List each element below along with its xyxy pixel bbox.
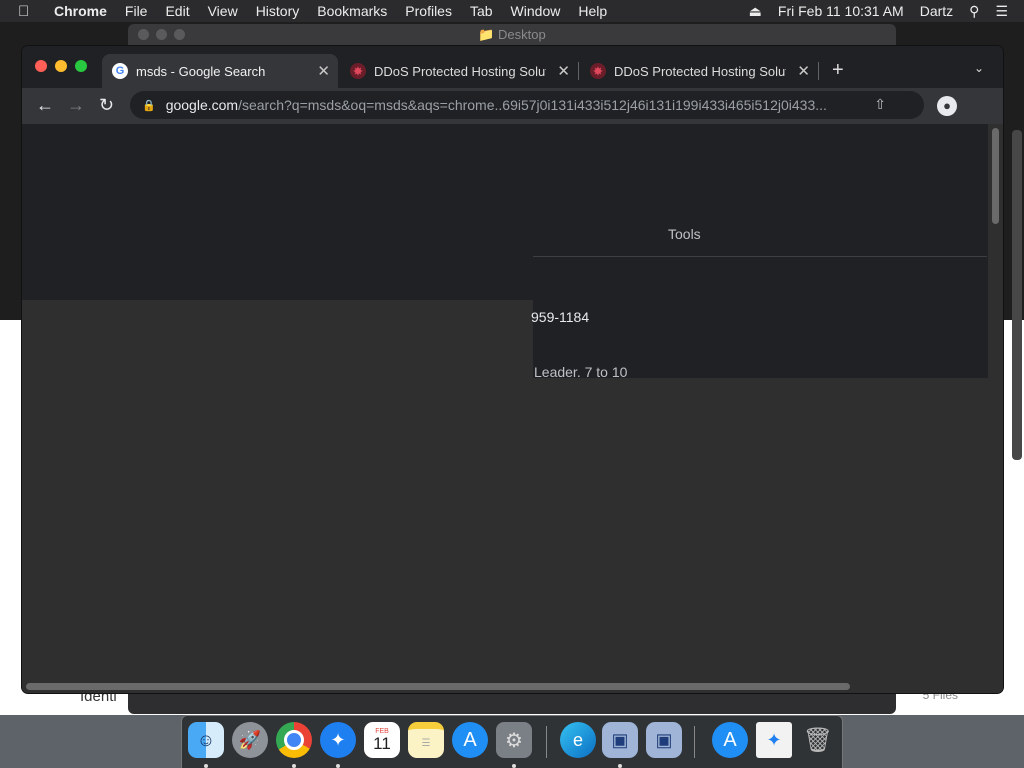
menu-help[interactable]: Help bbox=[578, 3, 607, 19]
spotlight-search-icon[interactable]: ⚲ bbox=[969, 3, 979, 20]
virtualbox-icon[interactable]: ▣ bbox=[602, 722, 638, 758]
finder-title-bar: 📁 Desktop bbox=[128, 24, 896, 46]
finder-icon[interactable]: ☺ bbox=[188, 722, 224, 758]
running-indicator bbox=[204, 764, 208, 768]
window-zoom-button[interactable] bbox=[75, 60, 87, 72]
notes-icon[interactable]: ☰ bbox=[408, 722, 444, 758]
tab-close-icon[interactable]: ✕ bbox=[317, 62, 330, 80]
google-icon: G bbox=[112, 63, 128, 79]
tab-ddos-hosting-2[interactable]: ✸ DDoS Protected Hosting Soluti ✕ bbox=[580, 54, 818, 88]
tab-title: DDoS Protected Hosting Soluti bbox=[374, 63, 546, 79]
tab-separator bbox=[578, 62, 579, 80]
control-center-icon[interactable]: ☰ bbox=[995, 3, 1008, 20]
profile-avatar-icon[interactable]: ● bbox=[937, 96, 957, 116]
running-indicator bbox=[336, 764, 340, 768]
horizontal-scrollbar[interactable] bbox=[22, 679, 1003, 693]
reload-icon[interactable]: ↻ bbox=[99, 95, 114, 116]
menu-profiles[interactable]: Profiles bbox=[405, 3, 452, 19]
menu-user[interactable]: Dartz bbox=[920, 3, 953, 19]
back-arrow-icon[interactable]: ← bbox=[36, 95, 54, 116]
tab-strip: G msds - Google Search ✕ ✸ DDoS Protecte… bbox=[22, 46, 1003, 88]
ddos-site-icon: ✸ bbox=[590, 63, 606, 79]
finder-title: 📁 Desktop bbox=[478, 27, 546, 42]
menu-history[interactable]: History bbox=[256, 3, 300, 19]
horizontal-scroll-thumb[interactable] bbox=[26, 683, 850, 690]
menu-file[interactable]: File bbox=[125, 3, 148, 19]
browser-toolbar: ← → ↻ 🔒 google.com /search?q=msds&oq=msd… bbox=[22, 88, 1003, 124]
tab-title: DDoS Protected Hosting Soluti bbox=[614, 63, 786, 79]
tab-title: msds - Google Search bbox=[136, 63, 266, 79]
download-file-icon[interactable]: ✦ bbox=[756, 722, 792, 758]
dock: ☺ 🚀 ✦ FEB 11 ☰ A ⚙ e ▣ ▣ A ✦ 🗑 bbox=[181, 715, 843, 768]
tab-google-search[interactable]: G msds - Google Search ✕ bbox=[102, 54, 338, 88]
calendar-icon[interactable]: FEB 11 bbox=[364, 722, 400, 758]
url-host: google.com bbox=[165, 97, 239, 113]
safari-icon[interactable]: ✦ bbox=[320, 722, 356, 758]
menu-view[interactable]: View bbox=[208, 3, 238, 19]
tab-ddos-hosting-1[interactable]: ✸ DDoS Protected Hosting Soluti ✕ bbox=[340, 54, 578, 88]
menu-edit[interactable]: Edit bbox=[165, 3, 189, 19]
chrome-window: G msds - Google Search ✕ ✸ DDoS Protecte… bbox=[22, 46, 1003, 693]
menu-tab[interactable]: Tab bbox=[470, 3, 493, 19]
tab-separator bbox=[818, 62, 819, 80]
menu-bar:  Chrome File Edit View History Bookmark… bbox=[0, 0, 1024, 22]
menu-window[interactable]: Window bbox=[511, 3, 561, 19]
window-close-button[interactable] bbox=[35, 60, 47, 72]
dock-separator bbox=[694, 726, 695, 758]
dock-separator bbox=[546, 726, 547, 758]
running-indicator bbox=[512, 764, 516, 768]
new-tab-plus-icon[interactable]: + bbox=[832, 59, 844, 82]
vertical-scrollbar[interactable] bbox=[988, 124, 1003, 681]
vertical-scroll-thumb[interactable] bbox=[992, 128, 999, 224]
app-store-icon[interactable]: A bbox=[452, 722, 488, 758]
running-indicator bbox=[292, 764, 296, 768]
ddos-site-icon: ✸ bbox=[350, 63, 366, 79]
apple-icon[interactable]:  bbox=[18, 3, 38, 20]
share-icon[interactable]: ⇧ bbox=[874, 96, 886, 113]
window-minimize-button[interactable] bbox=[55, 60, 67, 72]
virtualbox-icon-2[interactable]: ▣ bbox=[646, 722, 682, 758]
running-indicator bbox=[618, 764, 622, 768]
result-snippet-phone: 959-1184 bbox=[531, 309, 590, 325]
chrome-icon[interactable] bbox=[276, 722, 312, 758]
menu-datetime[interactable]: Fri Feb 11 10:31 AM bbox=[778, 3, 904, 19]
tools-button[interactable]: Tools bbox=[668, 226, 701, 242]
system-preferences-icon[interactable]: ⚙ bbox=[496, 722, 532, 758]
lock-icon[interactable]: 🔒 bbox=[142, 99, 156, 112]
menu-app-name[interactable]: Chrome bbox=[54, 3, 107, 19]
forward-arrow-icon[interactable]: → bbox=[67, 95, 85, 116]
eject-icon[interactable]: ⏏ bbox=[749, 3, 762, 20]
launchpad-icon[interactable]: 🚀 bbox=[232, 722, 268, 758]
tools-divider bbox=[533, 256, 987, 257]
address-bar[interactable]: 🔒 google.com /search?q=msds&oq=msds&aqs=… bbox=[130, 91, 924, 119]
calendar-day: 11 bbox=[373, 734, 391, 753]
desktop-scrollbar[interactable] bbox=[1012, 130, 1022, 460]
search-header-area bbox=[22, 124, 988, 300]
tab-close-icon[interactable]: ✕ bbox=[797, 62, 810, 80]
result-snippet-text: Leader. 7 to 10 bbox=[534, 364, 628, 380]
tab-close-icon[interactable]: ✕ bbox=[557, 62, 570, 80]
url-path: /search?q=msds&oq=msds&aqs=chrome..69i57… bbox=[238, 97, 827, 113]
edge-icon[interactable]: e bbox=[560, 722, 596, 758]
trash-icon[interactable]: 🗑 bbox=[800, 722, 836, 758]
app-store-downloads-icon[interactable]: A bbox=[712, 722, 748, 758]
page-content: Tools 959-1184 Leader. 7 to 10 bbox=[22, 124, 988, 693]
tab-search-chevron-icon[interactable]: ⌄ bbox=[974, 61, 984, 75]
menu-bookmarks[interactable]: Bookmarks bbox=[317, 3, 387, 19]
